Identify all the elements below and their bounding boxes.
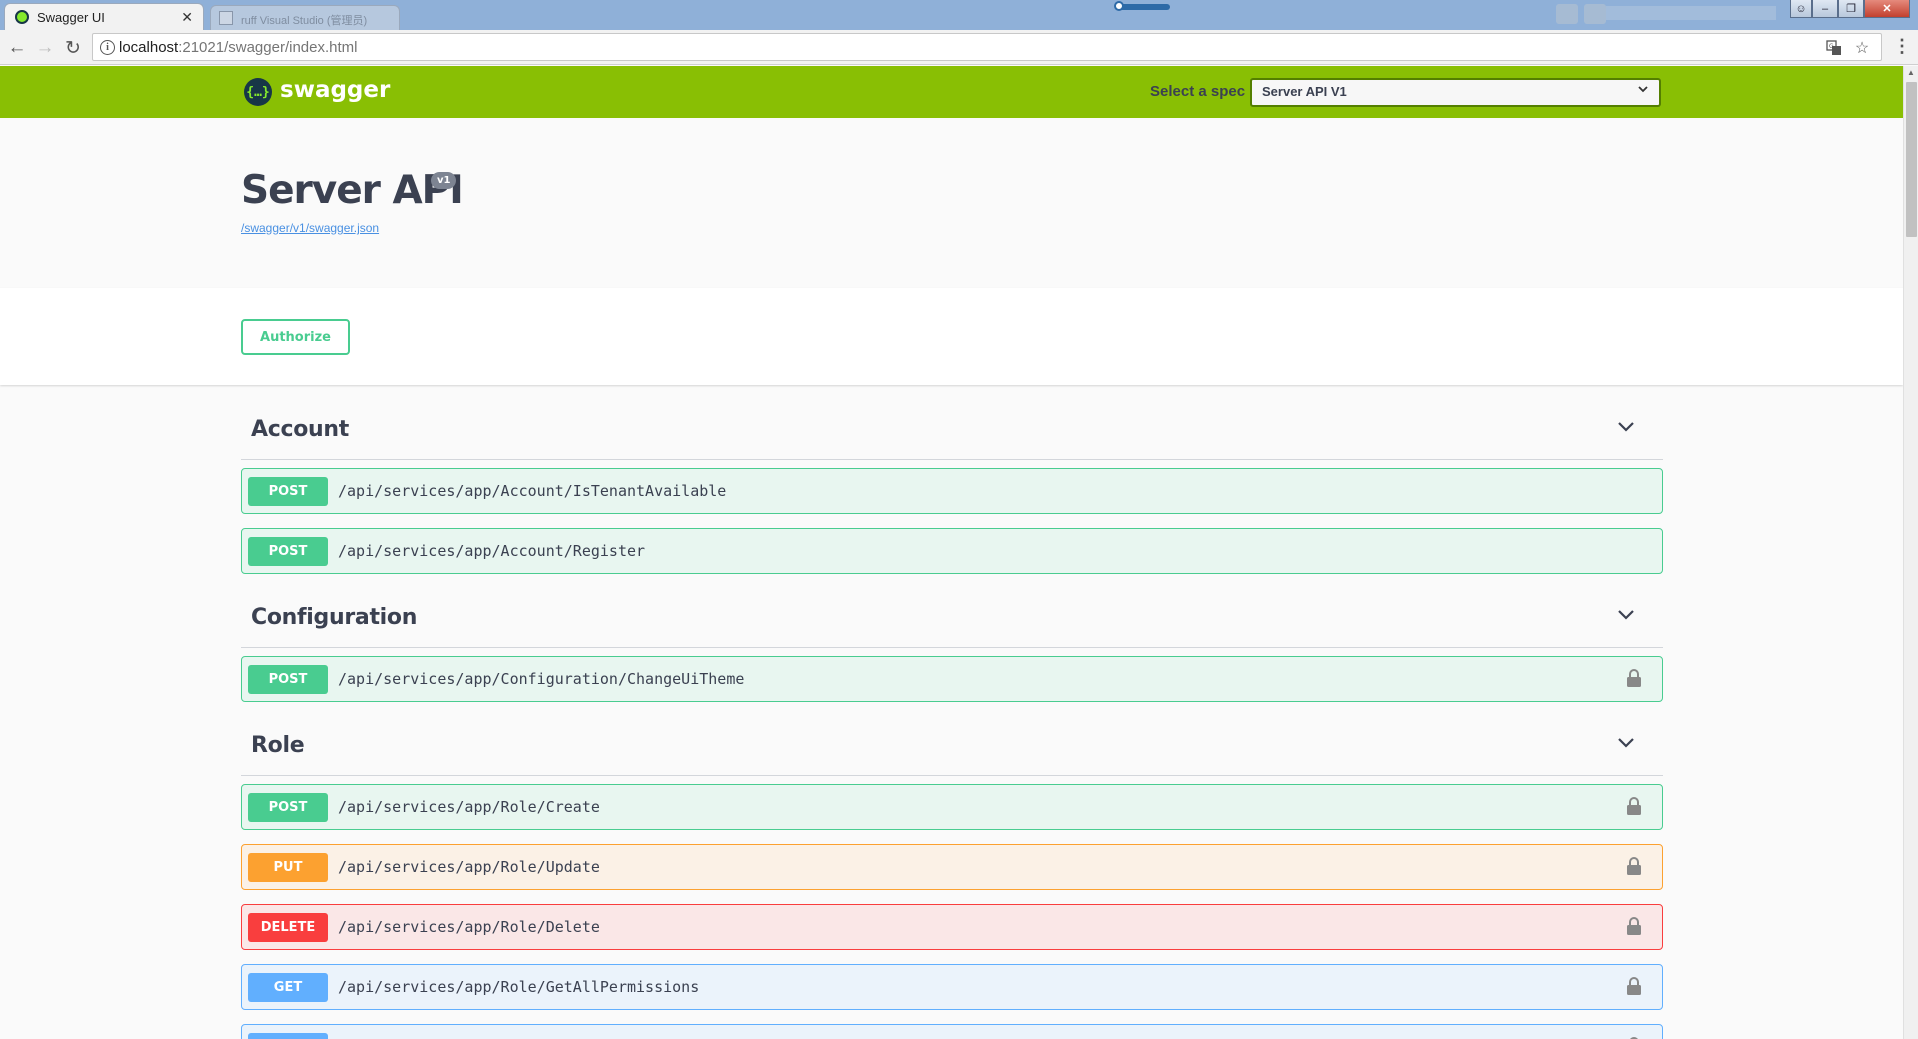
opblock-put[interactable]: PUT/api/services/app/Role/Update: [241, 844, 1663, 890]
minimize-icon[interactable]: –: [1812, 0, 1838, 18]
swagger-logo-icon[interactable]: {…}: [244, 78, 272, 106]
extension-icon[interactable]: [1584, 4, 1606, 24]
method-badge: POST: [248, 792, 328, 822]
address-bar[interactable]: i localhost:21021/swagger/index.html G ☆: [92, 33, 1882, 61]
method-badge: PUT: [248, 852, 328, 882]
operation-path: /api/services/app/Account/IsTenantAvaila…: [338, 482, 727, 500]
lock-icon[interactable]: [1626, 977, 1642, 996]
method-badge: POST: [248, 476, 328, 506]
method-badge: DELETE: [248, 912, 328, 942]
spec-select-label: Select a spec: [1150, 83, 1246, 100]
scheme-container: Authorize: [0, 288, 1903, 385]
operation-path: /api/services/app/Role/Update: [338, 858, 600, 876]
tag-header[interactable]: Account: [241, 400, 1663, 460]
window-search-box[interactable]: [1606, 6, 1776, 20]
window-close-icon[interactable]: ✕: [1864, 0, 1910, 18]
tag-name[interactable]: Role: [251, 733, 305, 758]
tag-section: Role POST/api/services/app/Role/Create PUT…: [241, 716, 1663, 1039]
operations-list: Account POST/api/services/app/Account/IsT…: [241, 400, 1663, 1039]
scroll-up-icon[interactable]: ▲: [1907, 68, 1915, 77]
opblock-post[interactable]: POST/api/services/app/Account/Register: [241, 528, 1663, 574]
tab-title: Swagger UI: [37, 9, 105, 25]
user-icon[interactable]: ☺: [1790, 0, 1812, 18]
tag-section: Configuration POST/api/services/app/Confi…: [241, 588, 1663, 702]
chevron-down-icon[interactable]: [1617, 736, 1634, 752]
site-info-icon[interactable]: i: [100, 40, 115, 55]
extension-icon[interactable]: [1556, 4, 1578, 24]
tag-section: Account POST/api/services/app/Account/IsT…: [241, 400, 1663, 574]
title-slider-track[interactable]: [1116, 4, 1170, 10]
window-titlebar: Swagger UI ✕ ruff Visual Studio (管理员) ☺ …: [0, 0, 1918, 30]
tab-close-icon[interactable]: ✕: [181, 9, 193, 26]
tab-title: ruff Visual Studio (管理员): [241, 15, 368, 27]
spec-select-value: Server API V1: [1262, 84, 1347, 99]
tag-name[interactable]: Account: [251, 417, 349, 442]
opblock-get[interactable]: GET/api/services/app/Role/GetAllPermissi…: [241, 964, 1663, 1010]
translate-icon[interactable]: G: [1823, 37, 1845, 59]
method-badge: POST: [248, 664, 328, 694]
api-info: Server API v1 /swagger/v1/swagger.json: [0, 118, 1903, 288]
opblock-get[interactable]: GET/api/services/app/Role/Get: [241, 1024, 1663, 1039]
spec-select[interactable]: Server API V1: [1250, 78, 1661, 107]
api-title: Server API: [241, 168, 464, 213]
opblock-post[interactable]: POST/api/services/app/Account/IsTenantAv…: [241, 468, 1663, 514]
tab-swagger-ui[interactable]: Swagger UI ✕: [4, 3, 204, 30]
reload-icon[interactable]: ↻: [62, 37, 84, 59]
method-badge: GET: [248, 1032, 328, 1039]
lock-icon[interactable]: [1626, 857, 1642, 876]
opblock-post[interactable]: POST/api/services/app/Role/Create: [241, 784, 1663, 830]
url-host: localhost: [119, 39, 179, 56]
operation-path: /api/services/app/Role/Create: [338, 798, 600, 816]
forward-icon[interactable]: →: [34, 37, 56, 59]
operation-path: /api/services/app/Role/GetAllPermissions: [338, 978, 700, 996]
swagger-logo-text[interactable]: swagger: [280, 77, 390, 103]
back-icon[interactable]: ←: [6, 37, 28, 59]
opblock-post[interactable]: POST/api/services/app/Configuration/Chan…: [241, 656, 1663, 702]
lock-icon[interactable]: [1626, 797, 1642, 816]
tag-header[interactable]: Role: [241, 716, 1663, 776]
chevron-down-icon[interactable]: [1617, 608, 1634, 624]
lock-icon[interactable]: [1626, 917, 1642, 936]
page-scrollbar[interactable]: ▲: [1903, 66, 1918, 1039]
tag-name[interactable]: Configuration: [251, 605, 417, 630]
version-badge: v1: [431, 172, 457, 189]
url-path: :21021/swagger/index.html: [178, 39, 358, 56]
swagger-favicon-icon: [15, 10, 29, 24]
title-slider-knob[interactable]: [1114, 1, 1124, 11]
browser-toolbar: ← → ↻ i localhost:21021/swagger/index.ht…: [0, 30, 1918, 65]
page-icon: [219, 11, 233, 25]
restore-icon[interactable]: ❐: [1838, 0, 1864, 18]
method-badge: GET: [248, 972, 328, 1002]
browser-menu-icon[interactable]: ⋮: [1893, 36, 1911, 57]
swagger-json-link[interactable]: /swagger/v1/swagger.json: [241, 221, 379, 235]
lock-icon[interactable]: [1626, 669, 1642, 688]
chevron-down-icon: [1637, 83, 1649, 98]
chevron-down-icon[interactable]: [1617, 420, 1634, 436]
bookmark-star-icon[interactable]: ☆: [1851, 37, 1873, 59]
url-text[interactable]: localhost:21021/swagger/index.html: [119, 39, 357, 56]
scrollbar-thumb[interactable]: [1906, 82, 1917, 237]
operation-path: /api/services/app/Role/Delete: [338, 918, 600, 936]
opblock-delete[interactable]: DELETE/api/services/app/Role/Delete: [241, 904, 1663, 950]
swagger-topbar: {…} swagger Select a spec Server API V1: [0, 66, 1903, 118]
operation-path: /api/services/app/Account/Register: [338, 542, 646, 560]
tab-visual-studio[interactable]: ruff Visual Studio (管理员): [210, 5, 400, 30]
authorize-button[interactable]: Authorize: [241, 319, 350, 355]
operation-path: /api/services/app/Configuration/ChangeUi…: [338, 670, 745, 688]
method-badge: POST: [248, 536, 328, 566]
tag-header[interactable]: Configuration: [241, 588, 1663, 648]
svg-text:G: G: [1829, 43, 1834, 50]
